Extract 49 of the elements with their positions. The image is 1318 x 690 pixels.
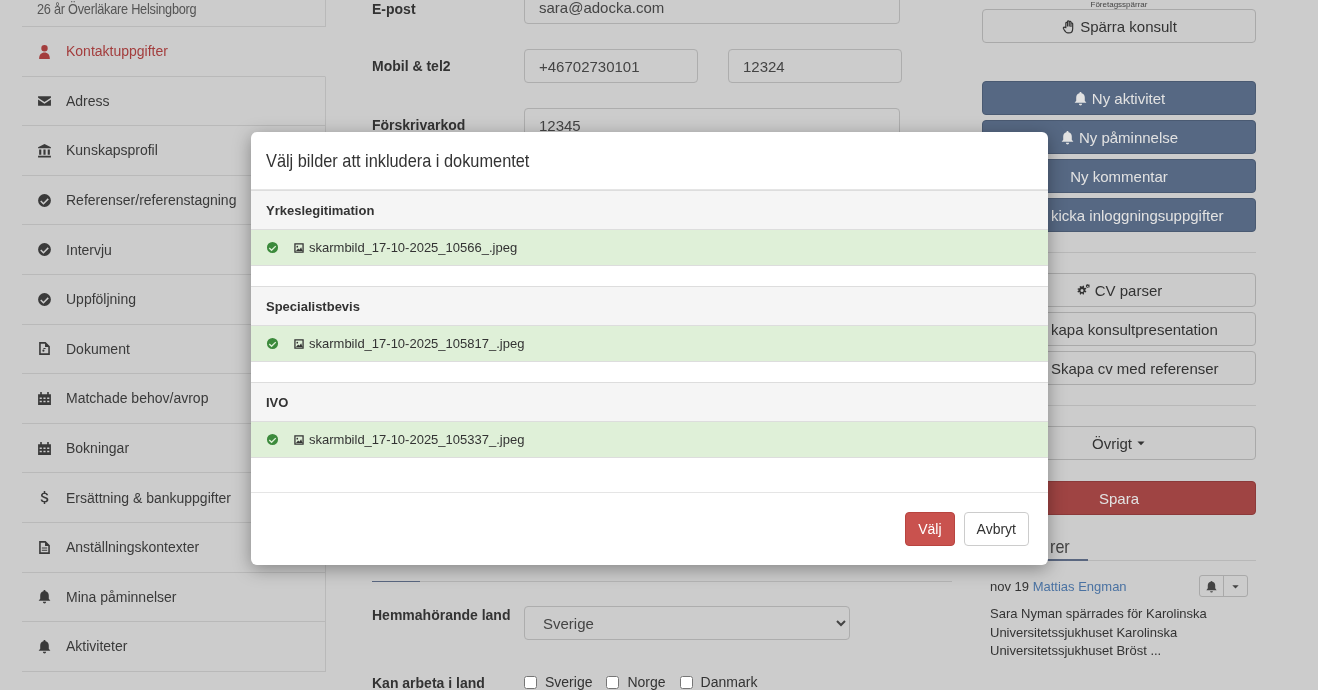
calendar-icon: [37, 440, 52, 456]
action-button[interactable]: Ny aktivitet: [982, 81, 1256, 115]
checkbox[interactable]: [606, 675, 620, 689]
country-select[interactable]: Sverige: [524, 606, 850, 640]
bell-icon: [37, 589, 52, 605]
field-label: Förskrivarkod: [372, 116, 467, 134]
bell-icon: [1072, 90, 1088, 106]
input-field[interactable]: sara@adocka.com: [524, 0, 900, 24]
section-caption: Företagsspärrar: [1089, 0, 1149, 9]
field-label: Kan arbeta i land: [372, 674, 486, 690]
file-row[interactable]: skarmbild_17-10-2025_105817_.jpeg: [251, 326, 1048, 361]
field-label: Mobil & tel2: [372, 57, 452, 75]
calendar-icon: [37, 390, 52, 406]
dialog-button[interactable]: Avbryt: [963, 512, 1029, 546]
bell-icon: [37, 638, 52, 654]
document-icon: [37, 539, 52, 555]
sidebar-item[interactable]: Adress: [22, 76, 326, 127]
checkbox[interactable]: [679, 675, 693, 689]
bell-icon: [1205, 579, 1218, 593]
group-heading: IVO: [266, 394, 289, 410]
checkbox-label: Norge: [627, 674, 666, 690]
checkbox[interactable]: [524, 675, 537, 689]
bank-icon: [37, 143, 52, 158]
section-heading: rer: [1050, 536, 1070, 557]
image-file-icon: [293, 433, 305, 446]
dialog-button[interactable]: Välj: [905, 512, 955, 546]
image-file-icon: [293, 337, 305, 350]
file-row[interactable]: skarmbild_17-10-2025_105337_.jpeg: [251, 422, 1048, 457]
field-label: E-post: [372, 0, 417, 18]
comment-text: Sara Nyman spärrades för Karolinska Universitetssjukhuset Karolinska Universitetssjukhuset Bröst ...: [990, 605, 1208, 660]
sidebar-item[interactable]: Kontaktuppgifter: [22, 27, 326, 77]
person-icon: [37, 43, 52, 59]
checkbox-label: Danmark: [700, 674, 758, 690]
document-icon: [37, 341, 52, 357]
input-field[interactable]: +46702730101: [524, 49, 698, 83]
sidebar-item[interactable]: Mina påminnelser: [22, 572, 326, 623]
file-row[interactable]: skarmbild_17-10-2025_10566_.jpeg: [251, 230, 1048, 265]
bell-icon: [1059, 129, 1075, 145]
sidebar-item[interactable]: Aktiviteter: [22, 622, 326, 672]
input-field[interactable]: 12324: [728, 49, 902, 83]
comment-date: nov 19: [990, 578, 1030, 594]
action-button[interactable]: Spärra konsult: [982, 9, 1256, 43]
image-file-icon: [293, 241, 305, 254]
profile-headline: 26 år Överläkare Helsingborg: [37, 0, 197, 17]
gears-icon: [1075, 282, 1091, 298]
envelope-icon: [37, 93, 52, 109]
field-label: Hemmahörande land: [372, 606, 512, 624]
checkbox-label: Sverige: [545, 674, 593, 690]
reminder-button-group[interactable]: [1199, 575, 1248, 597]
